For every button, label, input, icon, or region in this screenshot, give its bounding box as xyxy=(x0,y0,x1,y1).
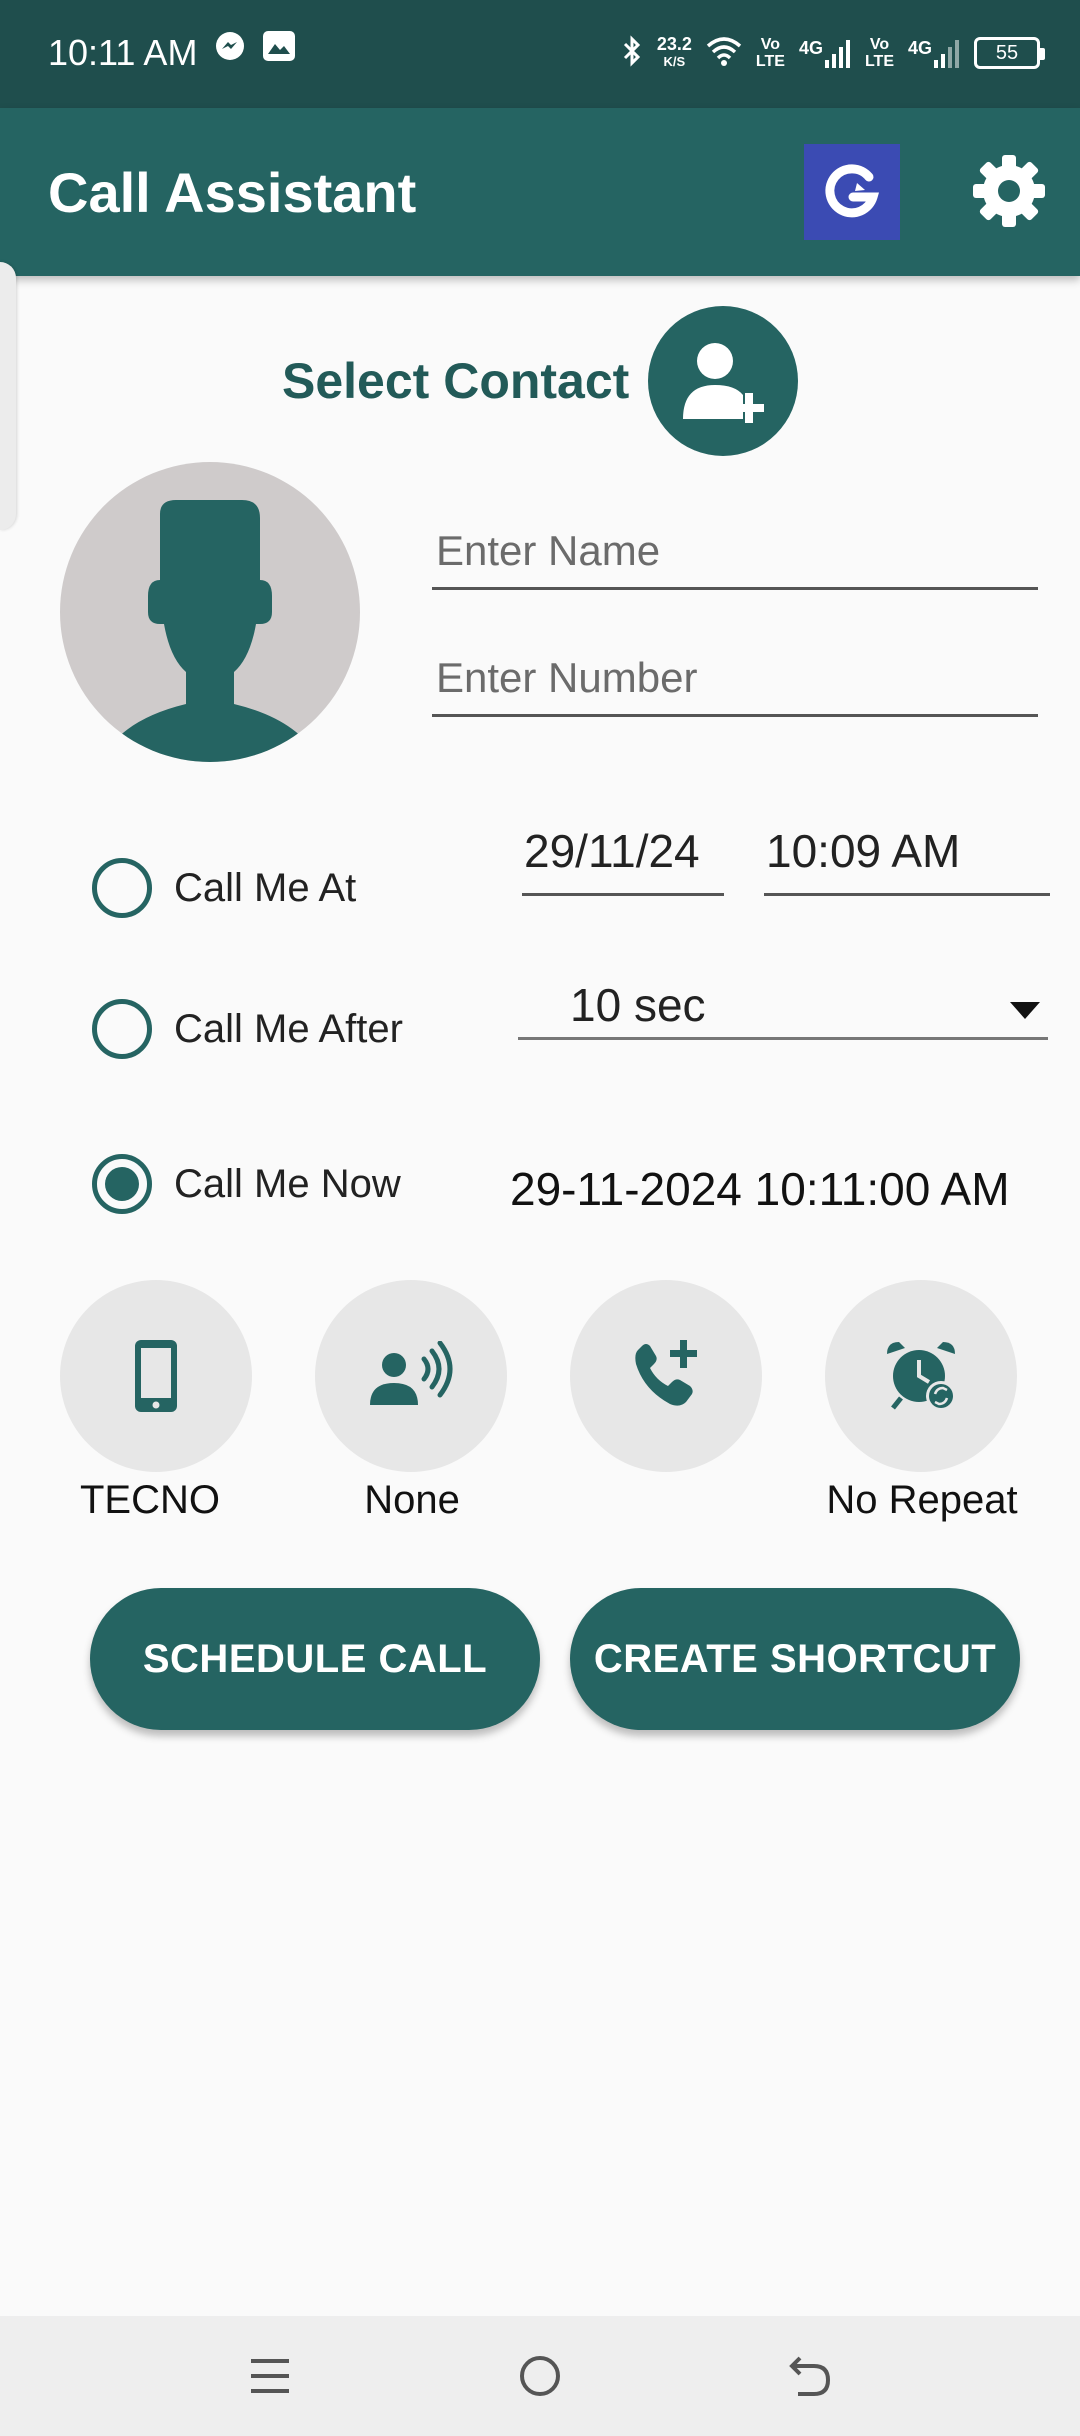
network-type-2: 4G xyxy=(907,38,932,58)
delay-value: 10 sec xyxy=(570,979,706,1031)
network-type-1: 4G xyxy=(798,38,823,58)
name-input[interactable] xyxy=(432,514,1038,590)
wifi-icon xyxy=(706,36,742,71)
time-picker-field[interactable]: 10:09 AM xyxy=(764,824,1050,896)
messenger-icon xyxy=(214,30,246,67)
person-placeholder-icon xyxy=(100,500,320,762)
time-value: 10:09 AM xyxy=(766,825,961,877)
call-me-now-label: Call Me Now xyxy=(174,1161,401,1206)
side-drawer-handle[interactable] xyxy=(0,262,16,530)
create-shortcut-button[interactable]: CREATE SHORTCUT xyxy=(570,1588,1020,1730)
recent-apps-button[interactable] xyxy=(240,2346,300,2406)
call-me-at-label: Call Me At xyxy=(174,865,357,910)
phone-add-icon xyxy=(635,1340,697,1406)
volte-indicator-2: Vo LTE xyxy=(865,36,894,70)
gear-icon xyxy=(973,155,1045,227)
repeat-select-button[interactable] xyxy=(825,1280,1017,1472)
voice-label: None xyxy=(364,1478,460,1522)
status-bar: 10:11 AM 23.2 K/S Vo LTE 4G Vo LTE 4G 55 xyxy=(0,0,1080,108)
volte-top: Vo xyxy=(760,36,781,53)
schedule-call-button[interactable]: SCHEDULE CALL xyxy=(90,1588,540,1730)
app-title: Call Assistant xyxy=(48,161,417,224)
signal-icon-2: 4G xyxy=(908,38,960,68)
add-person-icon xyxy=(683,343,764,423)
phone-icon xyxy=(135,1340,177,1412)
contact-avatar xyxy=(60,462,360,762)
call-me-at-radio[interactable] xyxy=(92,858,152,918)
now-datetime-value: 29-11-2024 10:11:00 AM xyxy=(510,1163,1010,1215)
call-me-now-radio[interactable] xyxy=(92,1154,152,1214)
voice-speaker-icon xyxy=(370,1341,453,1405)
volte-top-2: Vo xyxy=(869,36,890,53)
schedule-call-label: SCHEDULE CALL xyxy=(142,1636,488,1681)
back-button[interactable] xyxy=(780,2346,840,2406)
volte-bottom: LTE xyxy=(755,53,785,70)
call-me-at-option[interactable]: Call Me At xyxy=(92,858,356,918)
delay-dropdown[interactable]: 10 sec xyxy=(518,978,1048,1040)
repeat-label: No Repeat xyxy=(826,1478,1018,1522)
settings-button[interactable] xyxy=(970,152,1048,230)
call-me-after-label: Call Me After xyxy=(174,1006,403,1051)
net-speed-value: 23.2 xyxy=(656,34,692,54)
g-logo-icon xyxy=(825,164,880,218)
net-speed: 23.2 K/S xyxy=(657,35,692,71)
sim-select-button[interactable] xyxy=(60,1280,252,1472)
system-nav-bar xyxy=(0,2316,1080,2436)
volte-bottom-2: LTE xyxy=(864,53,894,70)
g-logo-button[interactable] xyxy=(804,144,900,240)
select-contact-label: Select Contact xyxy=(282,353,630,409)
call-me-after-option[interactable]: Call Me After xyxy=(92,999,403,1059)
back-icon xyxy=(789,2356,831,2396)
status-time: 10:11 AM xyxy=(48,32,198,73)
volte-indicator-1: Vo LTE xyxy=(756,36,785,70)
battery-indicator: 55 xyxy=(974,37,1045,69)
date-picker-field[interactable]: 29/11/24 xyxy=(522,824,724,896)
menu-icon xyxy=(251,2359,289,2393)
voice-select-button[interactable] xyxy=(315,1280,507,1472)
alarm-repeat-icon xyxy=(887,1342,956,1411)
call-me-now-option[interactable]: Call Me Now xyxy=(92,1154,401,1214)
status-icons: 23.2 K/S Vo LTE 4G Vo LTE 4G 55 xyxy=(621,28,1045,78)
radio-selected-dot xyxy=(105,1167,139,1201)
net-speed-unit: K/S xyxy=(663,54,686,69)
home-button[interactable] xyxy=(510,2346,570,2406)
bluetooth-icon xyxy=(621,34,643,72)
dropdown-arrow-icon xyxy=(1010,1002,1040,1019)
add-contact-button[interactable] xyxy=(648,306,798,456)
create-shortcut-label: CREATE SHORTCUT xyxy=(593,1636,997,1681)
app-bar: Call Assistant xyxy=(0,108,1080,276)
home-circle-icon xyxy=(520,2356,560,2396)
sim-label: TECNO xyxy=(80,1478,220,1522)
number-input[interactable] xyxy=(432,641,1038,717)
signal-icon-1: 4G xyxy=(799,38,851,68)
date-value: 29/11/24 xyxy=(524,825,700,877)
call-me-after-radio[interactable] xyxy=(92,999,152,1059)
battery-level: 55 xyxy=(995,41,1019,64)
add-call-button[interactable] xyxy=(570,1280,762,1472)
gallery-icon xyxy=(262,30,296,67)
